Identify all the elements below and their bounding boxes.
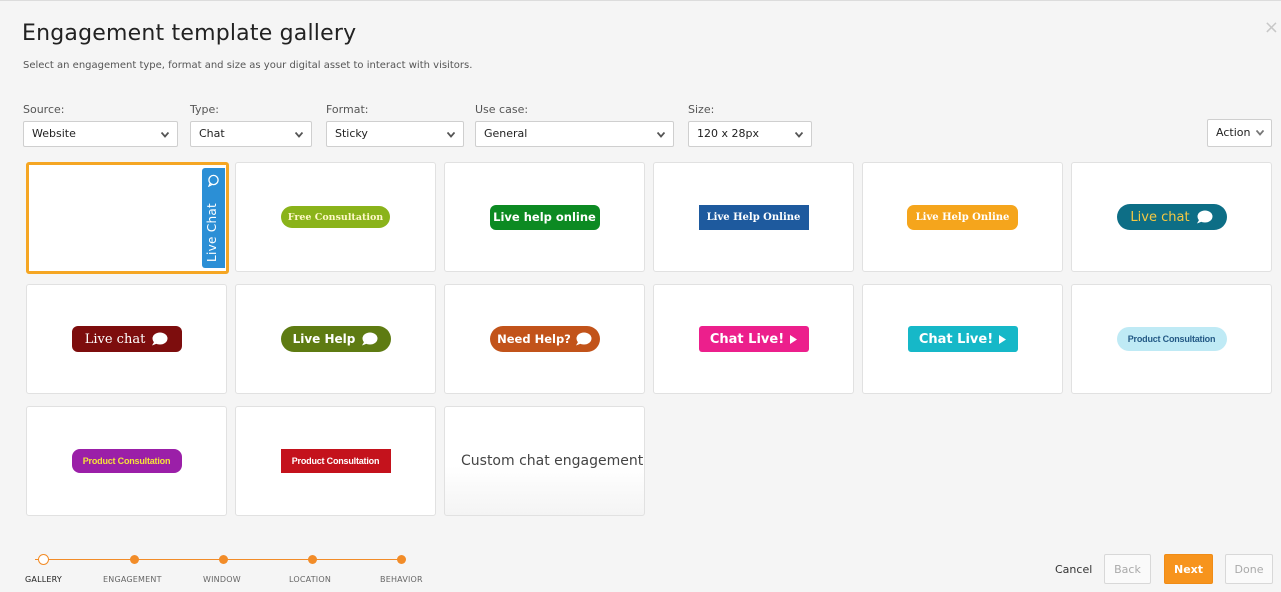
use-case-value: General bbox=[484, 127, 528, 140]
template-card-8[interactable]: Live Help bbox=[235, 284, 436, 394]
template-button: Chat Live! bbox=[907, 326, 1018, 352]
template-text: Free Consultation bbox=[281, 206, 390, 228]
step-dot-behavior[interactable] bbox=[397, 555, 406, 564]
template-text: Live chat bbox=[1130, 209, 1190, 225]
template-text: Live chat bbox=[84, 331, 146, 347]
type-value: Chat bbox=[199, 127, 225, 140]
page-subtitle: Select an engagement type, format and si… bbox=[23, 60, 473, 71]
template-card-5[interactable]: Live Help Online bbox=[862, 162, 1063, 272]
type-select[interactable]: Chat bbox=[190, 121, 312, 147]
type-label: Type: bbox=[190, 103, 219, 116]
template-text: Live help online bbox=[489, 204, 600, 230]
step-dot-location[interactable] bbox=[308, 555, 317, 564]
template-button: Need Help? bbox=[489, 326, 600, 352]
chevron-down-icon bbox=[795, 132, 803, 138]
chevron-down-icon bbox=[295, 132, 303, 138]
template-text: Product Consultation bbox=[280, 449, 391, 473]
template-card-12[interactable]: Product Consultation bbox=[1071, 284, 1272, 394]
template-text: Product Consultation bbox=[71, 449, 182, 473]
speech-bubble-icon bbox=[152, 332, 168, 346]
close-icon[interactable]: × bbox=[1264, 19, 1279, 37]
vertical-chat-tab: Live Chat bbox=[202, 168, 225, 268]
cancel-button[interactable]: Cancel bbox=[1055, 563, 1092, 576]
step-dot-gallery[interactable] bbox=[38, 554, 49, 565]
size-label: Size: bbox=[688, 103, 715, 116]
template-text: Live Chat bbox=[205, 202, 219, 262]
use-case-label: Use case: bbox=[475, 103, 529, 116]
template-card-7[interactable]: Live chat bbox=[26, 284, 227, 394]
page-title: Engagement template gallery bbox=[22, 21, 357, 46]
template-text: Chat Live! bbox=[709, 331, 785, 347]
template-card-10[interactable]: Chat Live! bbox=[653, 284, 854, 394]
size-value: 120 x 28px bbox=[697, 127, 759, 140]
action-label: Action bbox=[1216, 126, 1251, 139]
done-button[interactable]: Done bbox=[1225, 554, 1273, 584]
next-button[interactable]: Next bbox=[1164, 554, 1213, 584]
chevron-down-icon bbox=[657, 132, 665, 138]
format-select[interactable]: Sticky bbox=[326, 121, 464, 147]
source-label: Source: bbox=[23, 103, 65, 116]
template-text: Live Help Online bbox=[907, 204, 1018, 230]
source-value: Website bbox=[32, 127, 76, 140]
step-label-engagement[interactable]: ENGAGEMENT bbox=[103, 575, 162, 584]
template-button: Live Help bbox=[280, 326, 391, 352]
template-card-6[interactable]: Live chat bbox=[1071, 162, 1272, 272]
chat-bubble-icon bbox=[207, 174, 219, 187]
play-arrow-icon bbox=[999, 334, 1007, 344]
chevron-down-icon bbox=[1256, 130, 1264, 136]
format-filter: Format: Sticky bbox=[326, 103, 464, 147]
template-text: Live Help bbox=[292, 332, 356, 346]
chevron-down-icon bbox=[447, 132, 455, 138]
speech-bubble-icon bbox=[575, 332, 592, 346]
template-card-4[interactable]: Live Help Online bbox=[653, 162, 854, 272]
step-dot-engagement[interactable] bbox=[130, 555, 139, 564]
template-card-1[interactable]: Live Chat bbox=[26, 162, 229, 274]
template-button: Live chat bbox=[1116, 204, 1227, 230]
use-case-filter: Use case: General bbox=[475, 103, 674, 147]
template-button: Chat Live! bbox=[698, 326, 809, 352]
play-arrow-icon bbox=[790, 334, 798, 344]
chevron-down-icon bbox=[161, 132, 169, 138]
template-card-2[interactable]: Free Consultation bbox=[235, 162, 436, 272]
template-card-9[interactable]: Need Help? bbox=[444, 284, 645, 394]
template-gallery-dialog: × Engagement template gallery Select an … bbox=[0, 0, 1281, 592]
template-text: Custom chat engagement bbox=[461, 453, 644, 469]
size-filter: Size: 120 x 28px bbox=[688, 103, 812, 147]
template-card-13[interactable]: Product Consultation bbox=[26, 406, 227, 516]
back-button[interactable]: Back bbox=[1104, 554, 1151, 584]
template-text: Chat Live! bbox=[918, 331, 994, 347]
step-label-gallery[interactable]: GALLERY bbox=[25, 575, 62, 584]
template-text: Product Consultation bbox=[1116, 327, 1227, 351]
step-label-location[interactable]: LOCATION bbox=[289, 575, 331, 584]
use-case-select[interactable]: General bbox=[475, 121, 674, 147]
custom-engagement-card[interactable]: Custom chat engagement bbox=[444, 406, 645, 516]
source-filter: Source: Website bbox=[23, 103, 178, 147]
action-dropdown-button[interactable]: Action bbox=[1207, 119, 1272, 147]
template-text: Live Help Online bbox=[698, 204, 809, 230]
speech-bubble-icon bbox=[362, 332, 378, 346]
template-text: Need Help? bbox=[497, 332, 571, 346]
template-card-11[interactable]: Chat Live! bbox=[862, 284, 1063, 394]
template-button: Live chat bbox=[71, 326, 182, 352]
type-filter: Type: Chat bbox=[190, 103, 312, 147]
template-card-14[interactable]: Product Consultation bbox=[235, 406, 436, 516]
step-label-window[interactable]: WINDOW bbox=[203, 575, 241, 584]
format-value: Sticky bbox=[335, 127, 368, 140]
speech-bubble-icon bbox=[1196, 210, 1213, 224]
step-label-behavior[interactable]: BEHAVIOR bbox=[380, 575, 423, 584]
size-select[interactable]: 120 x 28px bbox=[688, 121, 812, 147]
template-card-3[interactable]: Live help online bbox=[444, 162, 645, 272]
format-label: Format: bbox=[326, 103, 369, 116]
step-dot-window[interactable] bbox=[219, 555, 228, 564]
source-select[interactable]: Website bbox=[23, 121, 178, 147]
